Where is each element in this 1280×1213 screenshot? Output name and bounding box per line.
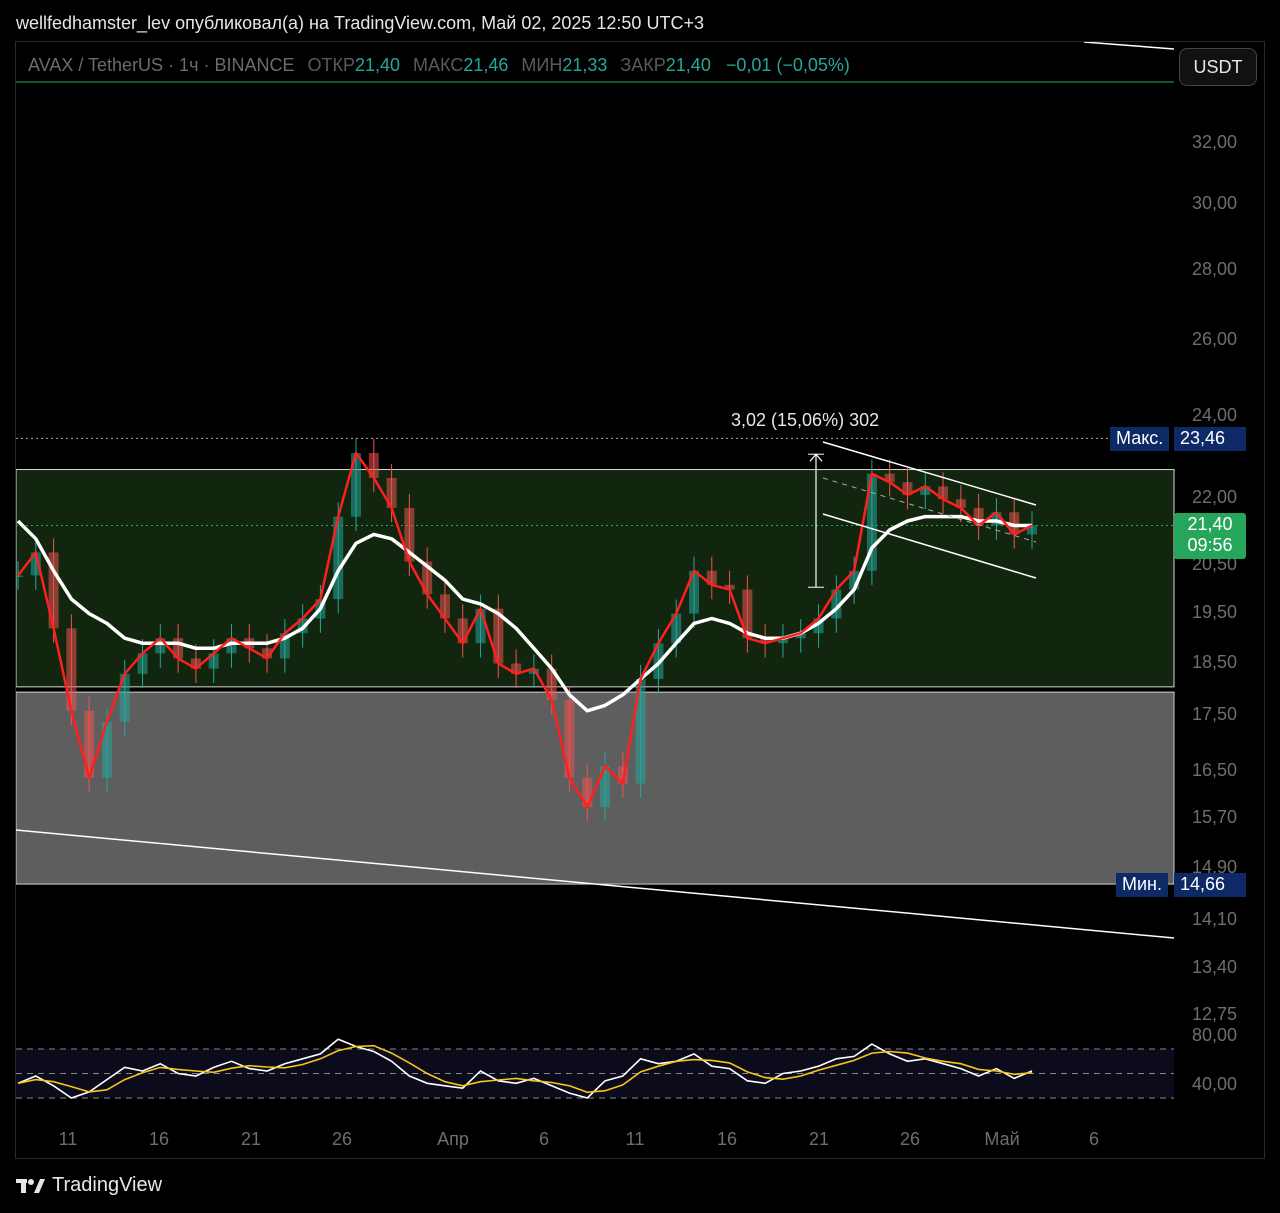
min-value-tag: 14,66 [1174, 873, 1246, 897]
price-tick-label: 22,00 [1191, 487, 1237, 508]
bar-countdown: 09:56 [1187, 535, 1233, 555]
time-tick-label: Апр [437, 1129, 469, 1149]
change-value: −0,01 (−0,05%) [725, 55, 850, 75]
brand-name: TradingView [52, 1174, 163, 1196]
low-value: 21,33 [562, 55, 608, 75]
price-tick-label: 15,70 [1191, 807, 1237, 828]
min-label-tag: Мин. [1116, 873, 1168, 897]
price-tick-label: 13,40 [1191, 957, 1237, 978]
price-tick-label: 16,50 [1191, 759, 1237, 780]
price-tick-label: 18,50 [1191, 651, 1237, 672]
max-label-tag: Макс. [1110, 427, 1170, 451]
brand-footer[interactable]: TradingView [16, 1174, 162, 1197]
last-price-tag: 21,40 09:56 [1174, 513, 1246, 559]
price-tick-label: 14,10 [1191, 909, 1237, 929]
symbol-info[interactable]: AVAX / TetherUS · 1ч · BINANCE [28, 55, 294, 75]
price-tick-label: 26,00 [1191, 328, 1237, 349]
publication-caption: wellfedhamster_lev опубликовал(а) на Tra… [16, 13, 704, 33]
time-tick-label: 26 [899, 1129, 921, 1149]
price-tick-label: 32,00 [1191, 132, 1237, 152]
close-value: 21,40 [665, 55, 711, 75]
price-tick-label: 12,75 [1191, 1004, 1237, 1025]
price-tick-label: 17,50 [1191, 704, 1237, 725]
time-tick-label: 16 [148, 1129, 170, 1149]
chart-pane[interactable] [15, 41, 1265, 1159]
currency-button[interactable]: USDT [1179, 48, 1257, 86]
rsi-tick-label: 80,00 [1191, 1024, 1237, 1045]
demand-zone [16, 469, 1175, 688]
price-tick-label: 30,00 [1191, 193, 1237, 214]
tradingview-logo-icon [16, 1178, 45, 1193]
price-chart[interactable] [16, 42, 1265, 1159]
price-tick-label: 28,00 [1191, 258, 1237, 279]
time-tick-label: 6 [538, 1129, 550, 1149]
time-tick-label: 11 [58, 1129, 78, 1149]
ohlc-legend: AVAX / TetherUS · 1ч · BINANCE ОТКР21,40… [28, 55, 850, 76]
open-value: 21,40 [354, 55, 401, 75]
price-tick-label: 24,00 [1191, 404, 1237, 425]
high-label: МАКС [413, 55, 464, 75]
time-tick-label: Май [984, 1129, 1020, 1149]
open-label: ОТКР [307, 55, 355, 75]
time-tick-label: 11 [625, 1129, 645, 1149]
time-tick-label: 6 [1088, 1129, 1100, 1149]
high-value: 21,46 [463, 55, 509, 75]
time-tick-label: 16 [716, 1129, 738, 1149]
close-label: ЗАКР [620, 55, 666, 75]
rsi-tick-label: 40,00 [1191, 1073, 1237, 1094]
time-tick-label: 26 [331, 1129, 353, 1149]
measure-label: 3,02 (15,06%) 302 [731, 410, 880, 430]
time-tick-label: 21 [240, 1129, 262, 1149]
last-price: 21,40 [1187, 514, 1233, 534]
price-tick-label: 19,50 [1191, 601, 1237, 622]
trendline-upper [1083, 42, 1175, 50]
low-label: МИН [521, 55, 563, 75]
max-value-tag: 23,46 [1174, 427, 1246, 451]
candle-body [16, 575, 23, 577]
time-tick-label: 21 [808, 1129, 830, 1149]
